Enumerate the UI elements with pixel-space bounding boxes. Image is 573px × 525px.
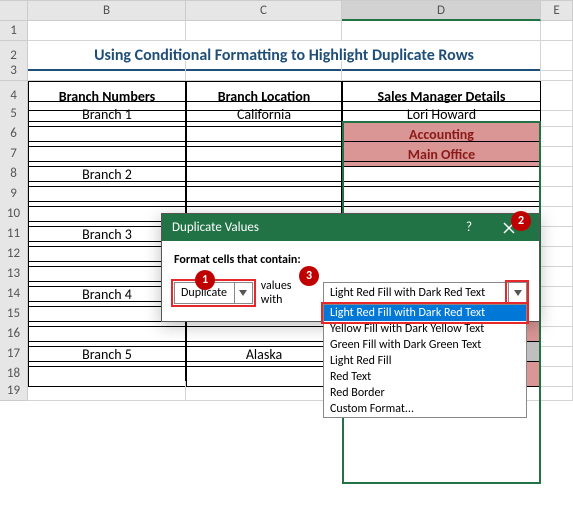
select-all-corner[interactable]	[0, 1, 28, 21]
col-header-b[interactable]: B	[28, 1, 186, 21]
callout-marker-3: 3	[299, 266, 319, 286]
chevron-down-icon	[234, 283, 252, 303]
cell-e19[interactable]	[541, 381, 573, 401]
col-header-e[interactable]: E	[541, 1, 573, 21]
dropdown-option[interactable]: Red Text	[324, 369, 526, 385]
cell-e3[interactable]	[541, 61, 573, 81]
dropdown-option[interactable]: Green Fill with Dark Green Text	[324, 337, 526, 353]
dialog-title-text: Duplicate Values	[172, 220, 259, 235]
dropdown-option[interactable]: Light Red Fill	[324, 353, 526, 369]
cell-d3[interactable]	[342, 61, 541, 81]
cell-c3[interactable]	[186, 61, 342, 81]
row-header-1[interactable]: 1	[0, 21, 28, 41]
callout-marker-2: 2	[511, 211, 531, 231]
dropdown-option[interactable]: Red Border	[324, 385, 526, 401]
cell-c19[interactable]	[186, 381, 342, 401]
format-style-value: Light Red Fill with Dark Red Text	[324, 286, 508, 300]
dropdown-option[interactable]: Custom Format...	[324, 401, 526, 417]
col-header-c[interactable]: C	[186, 1, 342, 21]
cell-d1[interactable]	[342, 21, 541, 41]
chevron-down-icon	[508, 283, 526, 303]
cell-b1[interactable]	[28, 21, 186, 41]
row-header-19[interactable]: 19	[0, 381, 28, 401]
callout-marker-1: 1	[195, 270, 215, 290]
dropdown-option[interactable]: Light Red Fill with Dark Red Text	[324, 305, 526, 321]
dialog-titlebar[interactable]: Duplicate Values ?	[162, 214, 539, 241]
duplicate-values-dialog: Duplicate Values ? Format cells that con…	[161, 213, 540, 322]
cell-b3[interactable]	[28, 61, 186, 81]
format-style-combo[interactable]: Light Red Fill with Dark Red Text	[323, 282, 527, 304]
cell-b19[interactable]	[28, 381, 186, 401]
cell-e1[interactable]	[541, 21, 573, 41]
col-header-d[interactable]: D	[342, 1, 541, 21]
format-style-dropdown: Light Red Fill with Dark Red Text Yellow…	[323, 304, 527, 418]
dropdown-option[interactable]: Yellow Fill with Dark Yellow Text	[324, 321, 526, 337]
dialog-help-button[interactable]: ?	[449, 215, 489, 241]
cell-c1[interactable]	[186, 21, 342, 41]
dialog-format-label: Format cells that contain:	[174, 253, 527, 267]
row-header-3[interactable]: 3	[0, 61, 28, 81]
